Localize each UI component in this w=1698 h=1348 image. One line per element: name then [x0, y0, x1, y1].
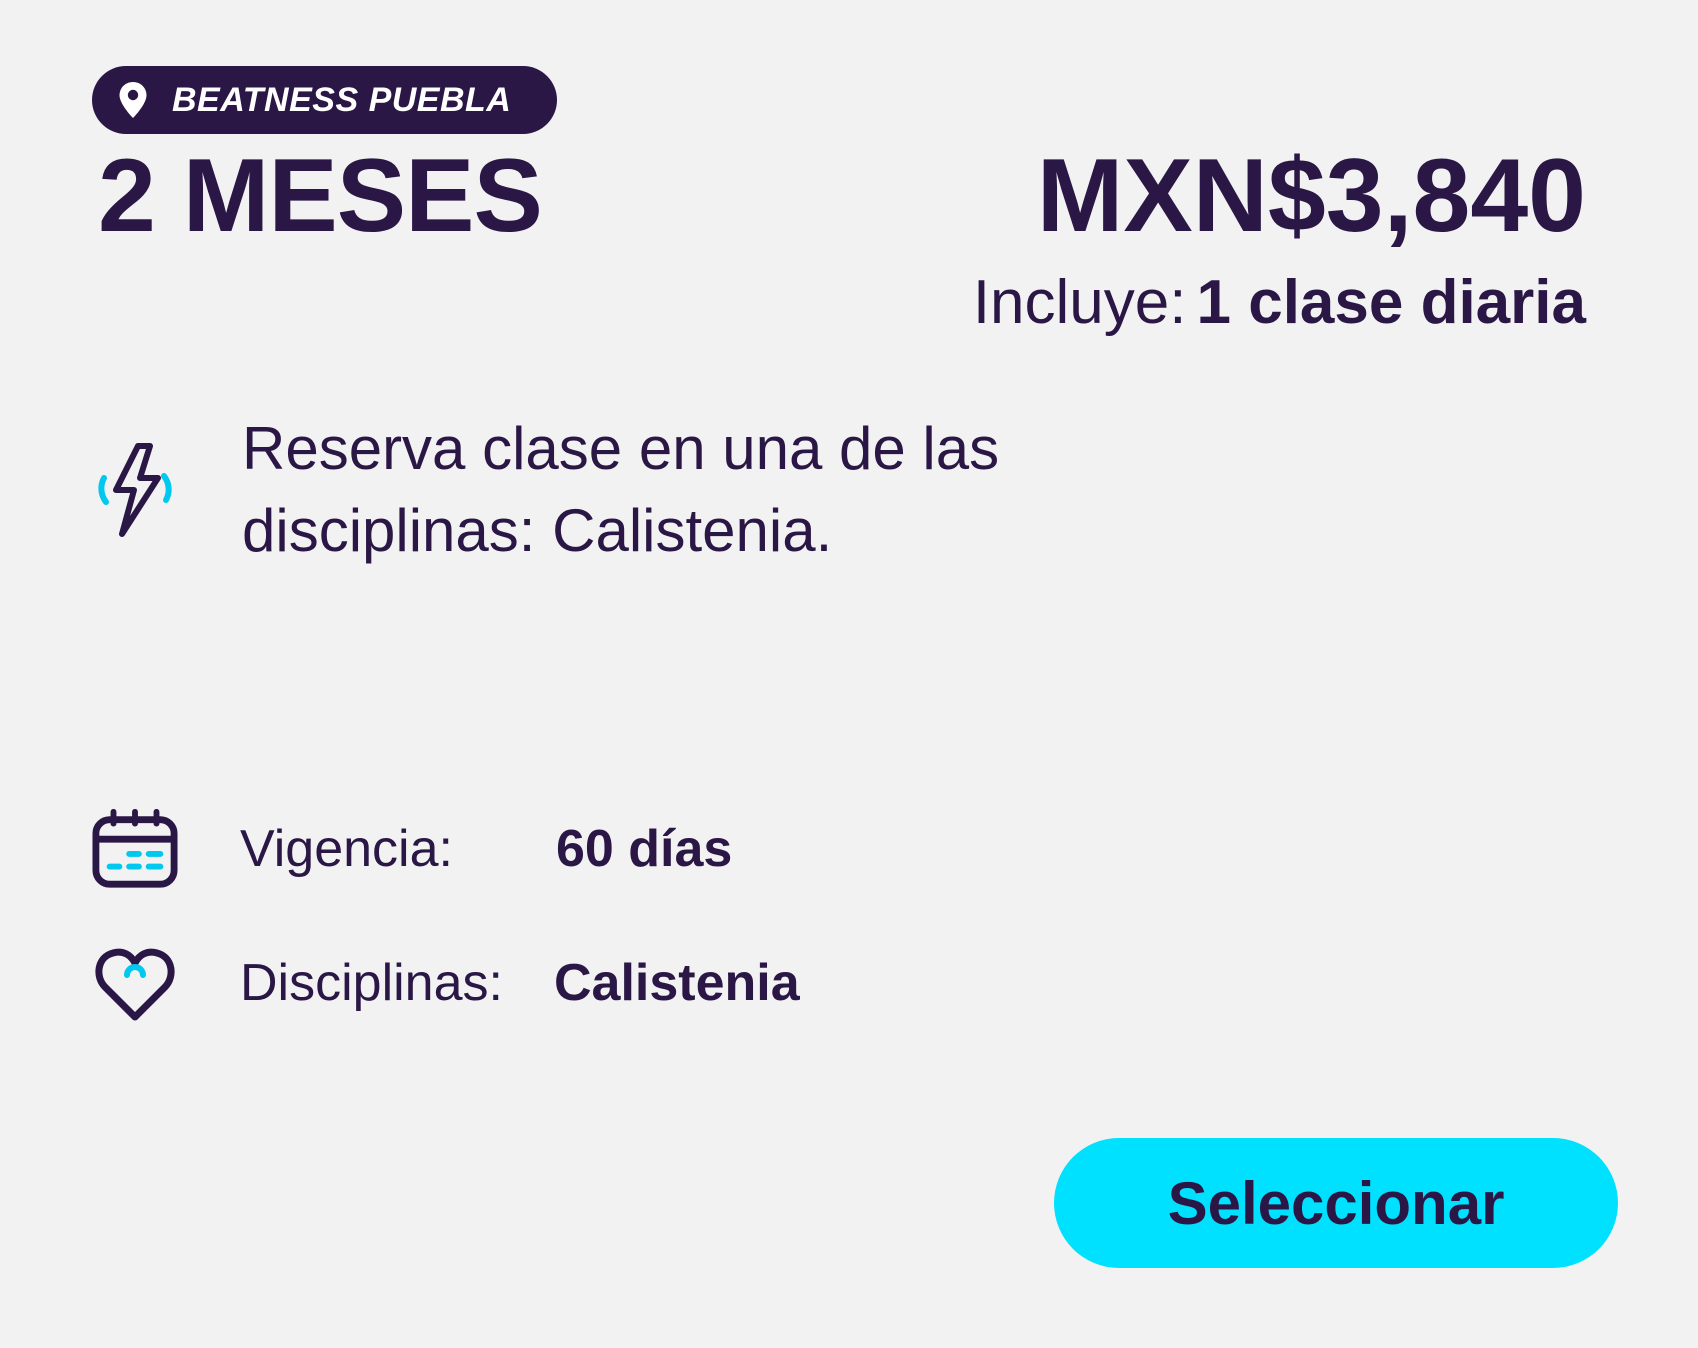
- plan-price: MXN$3,840: [1036, 138, 1586, 254]
- validity-value: 60 días: [556, 820, 733, 878]
- includes-value: 1 clase diaria: [1196, 268, 1587, 337]
- validity-row: Vigencia: 60 días: [92, 806, 732, 892]
- lightning-bolt-icon: [92, 435, 176, 545]
- membership-card: BEATNESS PUEBLA 2 MESES MXN$3,840 Incluy…: [0, 0, 1698, 1348]
- location-badge: BEATNESS PUEBLA: [92, 66, 558, 134]
- includes-label: Incluye:: [972, 268, 1187, 337]
- disciplines-label: Disciplinas:: [240, 954, 503, 1012]
- disciplines-value: Calistenia: [554, 954, 800, 1012]
- disciplines-row: Disciplinas: Calistenia: [92, 940, 800, 1026]
- plan-title: 2 MESES: [98, 138, 543, 254]
- select-button[interactable]: Seleccionar: [1054, 1138, 1618, 1268]
- plan-description: Reserva clase en una de las disciplinas:…: [92, 408, 1142, 572]
- plan-includes: Incluye: 1 clase diaria: [973, 272, 1586, 334]
- calendar-icon: [92, 806, 178, 892]
- map-pin-icon: [116, 80, 150, 120]
- description-text: Reserva clase en una de las disciplinas:…: [242, 415, 1000, 564]
- location-name: BEATNESS PUEBLA: [172, 80, 512, 119]
- heart-icon: [92, 940, 178, 1026]
- validity-label: Vigencia:: [240, 820, 453, 878]
